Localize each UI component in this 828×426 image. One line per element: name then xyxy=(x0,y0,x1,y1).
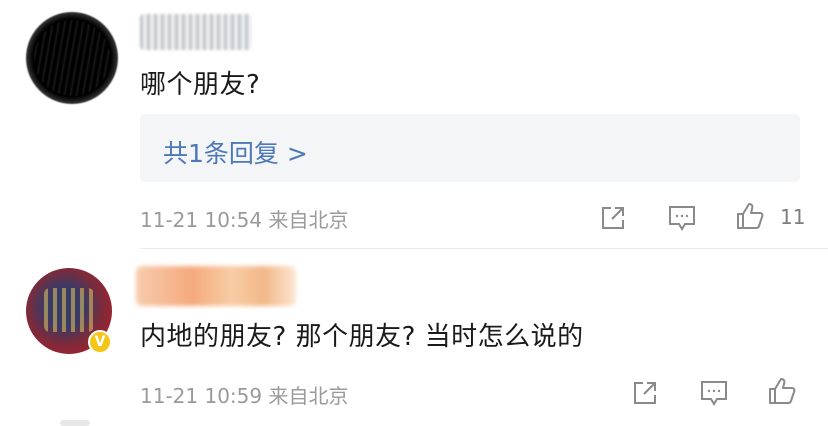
comment-text: 内地的朋友? 那个朋友? 当时怎么说的 xyxy=(140,322,584,352)
next-comment-avatar-edge xyxy=(60,420,90,426)
share-icon[interactable] xyxy=(598,203,628,233)
comment-icon[interactable] xyxy=(698,378,730,408)
share-icon[interactable] xyxy=(630,378,660,408)
comment-timestamp-location: 11-21 10:59 来自北京 xyxy=(140,384,349,408)
comment-text: 哪个朋友? xyxy=(140,70,261,100)
verified-badge: V xyxy=(88,330,112,354)
like-count: 11 xyxy=(780,205,806,229)
comment-timestamp-location: 11-21 10:54 来自北京 xyxy=(140,208,349,232)
avatar-image xyxy=(34,20,110,96)
view-replies-link[interactable]: 共1条回复 > xyxy=(163,134,308,170)
avatar-image xyxy=(44,288,94,332)
thumbs-up-icon[interactable] xyxy=(734,200,766,232)
thumbs-up-icon[interactable] xyxy=(766,375,798,407)
commenter-name-blurred[interactable] xyxy=(136,266,296,306)
commenter-name-blurred[interactable] xyxy=(140,14,252,50)
comment-icon[interactable] xyxy=(666,203,698,233)
commenter-avatar[interactable] xyxy=(26,12,118,104)
comment-divider xyxy=(140,248,828,249)
